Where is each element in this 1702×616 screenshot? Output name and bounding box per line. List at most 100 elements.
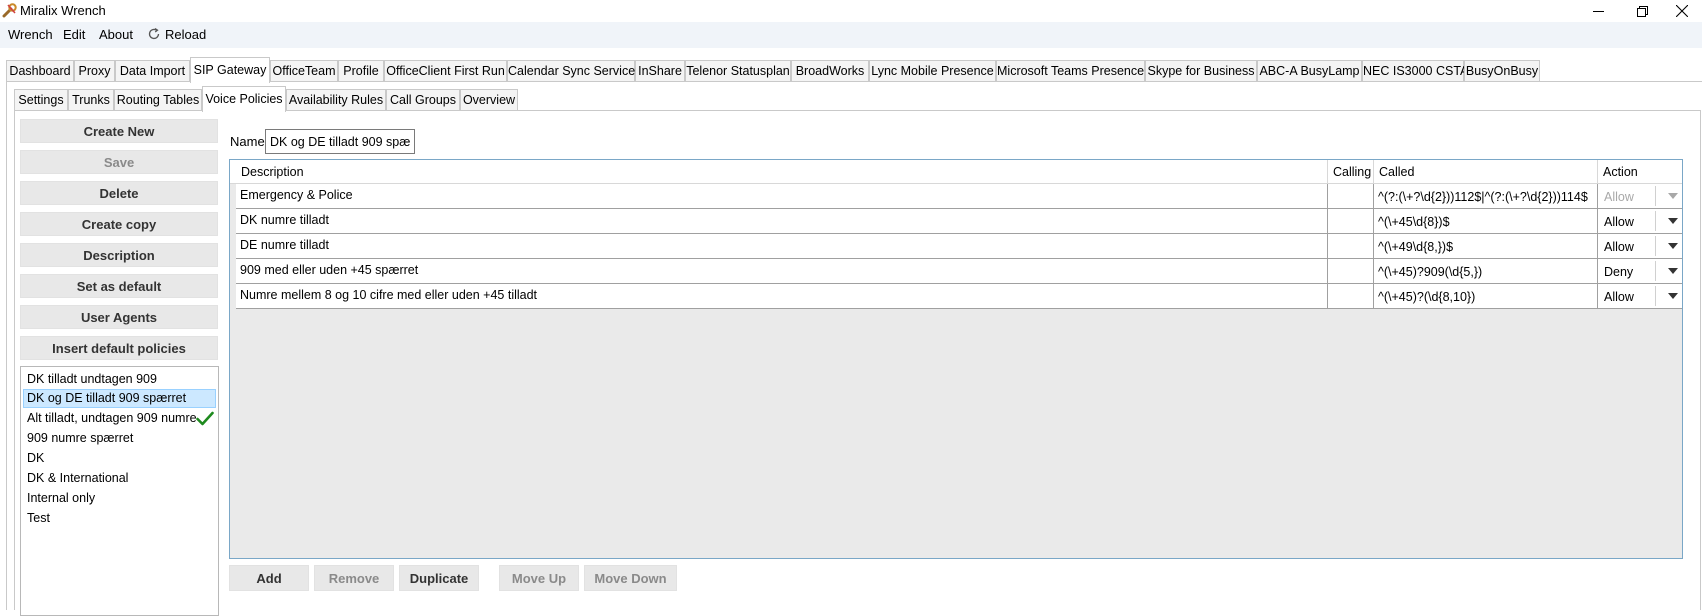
subtab-settings[interactable]: Settings [14, 89, 68, 111]
table-row[interactable]: Numre mellem 8 og 10 cifre med eller ude… [236, 284, 1682, 309]
action-dropdown[interactable]: Deny [1598, 259, 1682, 283]
chevron-down-icon [1668, 193, 1678, 199]
close-icon [1676, 5, 1688, 17]
name-input[interactable] [265, 129, 415, 154]
policy-item-default[interactable]: Alt tilladt, undtagen 909 numre [23, 409, 216, 428]
policy-item[interactable]: DK & International [23, 469, 216, 488]
cell-description[interactable]: DK numre tilladt [236, 209, 1328, 233]
tab-abc-a-busylamp[interactable]: ABC-A BusyLamp [1257, 60, 1362, 82]
action-dropdown[interactable]: Allow [1598, 234, 1682, 258]
duplicate-button[interactable]: Duplicate [399, 565, 479, 591]
chevron-down-icon [1668, 293, 1678, 299]
restore-button[interactable] [1622, 0, 1662, 22]
minimize-button[interactable] [1578, 0, 1618, 22]
description-button[interactable]: Description [20, 243, 218, 267]
cell-description[interactable]: 909 med eller uden +45 spærret [236, 259, 1328, 283]
create-copy-button[interactable]: Create copy [20, 212, 218, 236]
tab-busyonbusy[interactable]: BusyOnBusy [1464, 60, 1540, 82]
subtab-trunks[interactable]: Trunks [68, 89, 114, 111]
table-row[interactable]: DK numre tilladt ^(\+45\d{8})$ Allow [236, 209, 1682, 234]
close-button[interactable] [1662, 0, 1702, 22]
action-dropdown[interactable]: Allow [1598, 184, 1682, 208]
remove-button[interactable]: Remove [314, 565, 394, 591]
cell-calling[interactable] [1328, 184, 1374, 208]
tab-lync-mobile-presence[interactable]: Lync Mobile Presence [869, 60, 996, 82]
tab-inshare[interactable]: InShare [635, 60, 685, 82]
policy-item[interactable]: Test [23, 509, 216, 528]
menu-edit[interactable]: Edit [63, 27, 85, 42]
cell-calling[interactable] [1328, 259, 1374, 283]
subtab-call-groups[interactable]: Call Groups [386, 89, 460, 111]
table-row[interactable]: 909 med eller uden +45 spærret ^(\+45)?9… [236, 259, 1682, 284]
cell-description[interactable]: Emergency & Police [236, 184, 1328, 208]
action-dropdown[interactable]: Allow [1598, 209, 1682, 233]
subtab-routing-tables[interactable]: Routing Tables [114, 89, 202, 111]
policy-item[interactable]: DK tilladt undtagen 909 [23, 370, 216, 389]
cell-called[interactable]: ^(\+49\d{8,})$ [1374, 234, 1598, 258]
tab-microsoft-teams-presence[interactable]: Microsoft Teams Presence [996, 60, 1145, 82]
action-value: Deny [1604, 265, 1634, 279]
tab-dashboard[interactable]: Dashboard [6, 60, 74, 82]
reload-icon[interactable] [147, 27, 161, 41]
tab-broadworks[interactable]: BroadWorks [791, 60, 869, 82]
column-header-action[interactable]: Action [1598, 160, 1682, 184]
add-button[interactable]: Add [229, 565, 309, 591]
tab-proxy[interactable]: Proxy [74, 60, 115, 82]
subtab-overview[interactable]: Overview [460, 89, 518, 111]
tab-calendar-sync-service[interactable]: Calendar Sync Service [507, 60, 635, 82]
policy-item[interactable]: DK [23, 449, 216, 468]
move-up-button[interactable]: Move Up [499, 565, 579, 591]
subtab-voice-policies[interactable]: Voice Policies [202, 86, 286, 112]
minimize-icon [1592, 10, 1604, 12]
tab-data-import[interactable]: Data Import [115, 60, 190, 82]
menu-about[interactable]: About [99, 27, 133, 42]
user-agents-button[interactable]: User Agents [20, 305, 218, 329]
column-header-called[interactable]: Called [1374, 160, 1598, 184]
table-row[interactable]: DE numre tilladt ^(\+49\d{8,})$ Allow [236, 234, 1682, 259]
cell-called[interactable]: ^(\+45)?909(\d{5,}) [1374, 259, 1598, 283]
set-as-default-button[interactable]: Set as default [20, 274, 218, 298]
cell-called[interactable]: ^(\+45\d{8})$ [1374, 209, 1598, 233]
policy-item[interactable]: Internal only [23, 489, 216, 508]
menu-bar: Wrench Edit About Reload [0, 22, 1702, 48]
policy-item[interactable]: 909 numre spærret [23, 429, 216, 448]
tab-officeteam[interactable]: OfficeTeam [270, 60, 338, 82]
delete-button[interactable]: Delete [20, 181, 218, 205]
policy-item-label: Alt tilladt, undtagen 909 numre [27, 411, 197, 425]
default-check-icon [196, 411, 214, 426]
action-value: Allow [1604, 190, 1634, 204]
column-header-calling[interactable]: Calling [1328, 160, 1374, 184]
cell-description[interactable]: Numre mellem 8 og 10 cifre med eller ude… [236, 284, 1328, 308]
cell-calling[interactable] [1328, 234, 1374, 258]
menu-reload[interactable]: Reload [165, 27, 206, 42]
tab-officeclient-first-run[interactable]: OfficeClient First Run [384, 60, 507, 82]
cell-called[interactable]: ^(\+45)?(\d{8,10}) [1374, 284, 1598, 308]
tab-sip-gateway[interactable]: SIP Gateway [190, 57, 270, 83]
save-button[interactable]: Save [20, 150, 218, 174]
dropdown-separator [1655, 261, 1656, 281]
move-down-button[interactable]: Move Down [584, 565, 677, 591]
tab-nec-is3000-csta[interactable]: NEC IS3000 CSTA [1362, 60, 1468, 82]
sub-tab-strip: Settings Trunks Routing Tables Voice Pol… [0, 86, 1702, 112]
create-new-button[interactable]: Create New [20, 119, 218, 143]
cell-description[interactable]: DE numre tilladt [236, 234, 1328, 258]
column-header-description[interactable]: Description [236, 160, 1328, 184]
tab-profile[interactable]: Profile [338, 60, 384, 82]
table-row[interactable]: Emergency & Police ^(?:(\+?\d{2}))112$|^… [236, 184, 1682, 209]
cell-calling[interactable] [1328, 284, 1374, 308]
menu-wrench[interactable]: Wrench [8, 27, 53, 42]
policy-item-selected[interactable]: DK og DE tilladt 909 spærret [23, 389, 216, 408]
dropdown-separator [1655, 211, 1656, 231]
subtab-availability-rules[interactable]: Availability Rules [286, 89, 386, 111]
cell-called[interactable]: ^(?:(\+?\d{2}))112$|^(?:(\+?\d{2}))114$ [1374, 184, 1598, 208]
cell-calling[interactable] [1328, 209, 1374, 233]
chevron-down-icon [1668, 268, 1678, 274]
name-label: Name [230, 134, 265, 149]
chevron-down-icon [1668, 218, 1678, 224]
window-title: Miralix Wrench [20, 3, 106, 18]
action-dropdown[interactable]: Allow [1598, 284, 1682, 308]
insert-default-policies-button[interactable]: Insert default policies [20, 336, 218, 360]
policy-list[interactable]: DK tilladt undtagen 909 DK og DE tilladt… [20, 366, 219, 616]
tab-skype-for-business[interactable]: Skype for Business [1145, 60, 1257, 82]
tab-telenor-statusplan[interactable]: Telenor Statusplan [685, 60, 791, 82]
